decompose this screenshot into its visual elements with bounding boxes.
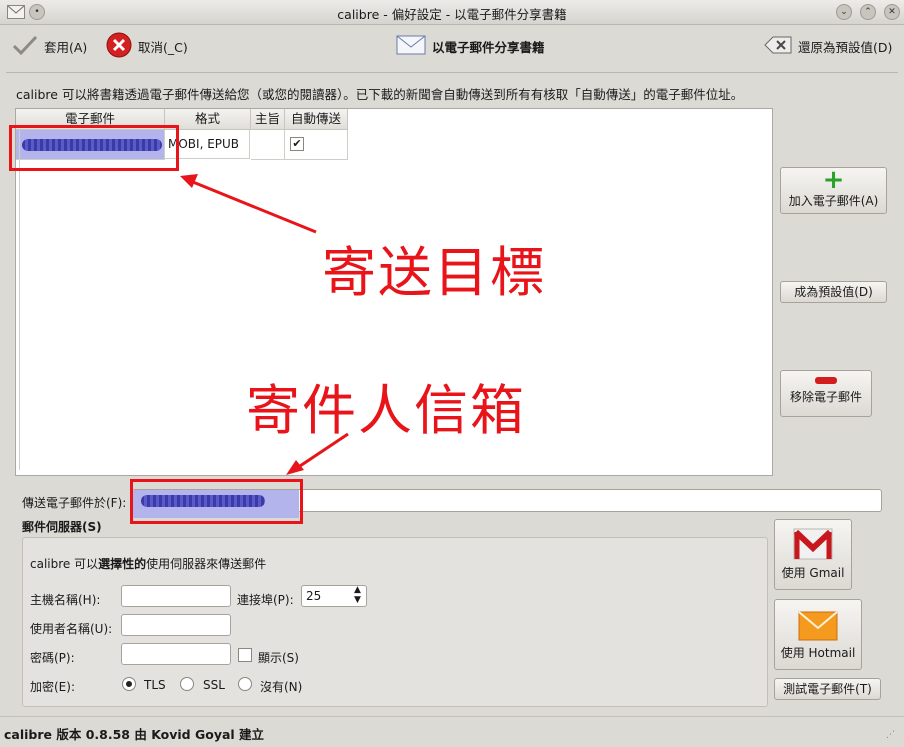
use-gmail-label: 使用 Gmail bbox=[781, 566, 845, 580]
section-heading: 以電子郵件分享書籍 bbox=[396, 32, 545, 60]
cancel-icon bbox=[106, 32, 132, 61]
minus-icon bbox=[815, 377, 837, 384]
encryption-option-ssl: SSL bbox=[203, 678, 225, 692]
description-prefix: calibre 可以 bbox=[30, 557, 99, 571]
checkmark-icon bbox=[12, 34, 38, 59]
maximize-button[interactable]: ⌃ bbox=[860, 4, 876, 20]
spin-arrows-icon[interactable]: ▲ ▼ bbox=[354, 585, 361, 605]
annotation-target-box bbox=[9, 125, 179, 171]
encryption-radio-none[interactable] bbox=[238, 677, 252, 691]
hotmail-icon bbox=[798, 608, 838, 642]
annotation-target-label: 寄送目標 bbox=[322, 241, 546, 304]
restore-defaults-button[interactable]: 還原為預設值(D) bbox=[764, 32, 892, 60]
subject-cell[interactable] bbox=[251, 130, 285, 160]
close-window-button[interactable]: ✕ bbox=[884, 4, 900, 20]
show-password-checkbox[interactable] bbox=[238, 648, 252, 662]
encryption-option-tls: TLS bbox=[144, 678, 166, 692]
password-label: 密碼(P): bbox=[30, 651, 75, 665]
encryption-radio-tls[interactable] bbox=[122, 677, 136, 691]
username-label: 使用者名稱(U): bbox=[30, 622, 113, 636]
section-title: 以電子郵件分享書籍 bbox=[432, 39, 545, 55]
encryption-label: 加密(E): bbox=[30, 680, 75, 694]
column-header-subject[interactable]: 主旨 bbox=[251, 109, 285, 130]
add-email-label: 加入電子郵件(A) bbox=[788, 194, 879, 208]
port-value: 25 bbox=[306, 589, 322, 603]
cancel-label: 取消(_C) bbox=[138, 39, 188, 55]
mail-server-group-title: 郵件伺服器(S) bbox=[22, 520, 102, 534]
cancel-button[interactable]: 取消(_C) bbox=[106, 32, 188, 60]
plus-icon: + bbox=[822, 165, 845, 195]
hostname-label: 主機名稱(H): bbox=[30, 593, 101, 607]
footer-divider bbox=[0, 716, 904, 717]
column-header-auto-send[interactable]: 自動傳送 bbox=[285, 109, 348, 130]
mail-server-description: calibre 可以選擇性的使用伺服器來傳送郵件 bbox=[30, 555, 266, 572]
description-bold: 選擇性的 bbox=[98, 557, 147, 571]
make-default-button[interactable]: 成為預設值(D) bbox=[780, 281, 887, 303]
title-bar: • calibre - 偏好設定 - 以電子郵件分享書籍 ⌄ ⌃ ✕ bbox=[0, 0, 904, 25]
description-suffix: 使用伺服器來傳送郵件 bbox=[146, 557, 267, 571]
gmail-icon bbox=[793, 526, 833, 562]
use-hotmail-button[interactable]: 使用 Hotmail bbox=[774, 599, 862, 670]
port-spinbox[interactable]: 25 ▲ ▼ bbox=[301, 585, 367, 607]
table-gridline bbox=[19, 130, 20, 470]
encryption-option-none: 沒有(N) bbox=[260, 680, 303, 694]
clear-left-icon bbox=[764, 35, 792, 58]
port-label: 連接埠(P): bbox=[237, 593, 294, 607]
use-hotmail-label: 使用 Hotmail bbox=[780, 646, 856, 660]
hostname-field[interactable] bbox=[121, 585, 231, 607]
add-email-button[interactable]: + 加入電子郵件(A) bbox=[780, 167, 887, 214]
auto-send-checkbox[interactable]: ✔ bbox=[290, 137, 304, 151]
apply-button[interactable]: 套用(A) bbox=[12, 32, 87, 60]
info-text: calibre 可以將書籍透過電子郵件傳送給您（或您的閱讀器）。已下載的新聞會自… bbox=[16, 87, 744, 102]
show-password-label: 顯示(S) bbox=[258, 651, 299, 665]
encryption-radio-ssl[interactable] bbox=[180, 677, 194, 691]
resize-grip-icon[interactable]: ⋰ bbox=[886, 730, 895, 740]
restore-label: 還原為預設值(D) bbox=[798, 39, 893, 55]
password-field[interactable] bbox=[121, 643, 231, 665]
apply-label: 套用(A) bbox=[44, 39, 88, 55]
toolbar-divider bbox=[6, 72, 898, 73]
send-from-label: 傳送電子郵件於(F): bbox=[22, 496, 127, 510]
username-field[interactable] bbox=[121, 614, 231, 636]
remove-email-label: 移除電子郵件 bbox=[789, 390, 862, 404]
auto-send-cell[interactable]: ✔ bbox=[285, 130, 348, 160]
envelope-icon bbox=[396, 35, 426, 58]
annotation-sender-box bbox=[130, 479, 303, 524]
use-gmail-button[interactable]: 使用 Gmail bbox=[774, 519, 852, 590]
annotation-sender-arrow bbox=[286, 432, 349, 475]
annotation-target-arrow bbox=[180, 174, 317, 234]
remove-email-button[interactable]: 移除電子郵件 bbox=[780, 370, 872, 417]
version-footer: calibre 版本 0.8.58 由 Kovid Goyal 建立 bbox=[4, 727, 265, 742]
test-email-button[interactable]: 測試電子郵件(T) bbox=[774, 678, 881, 700]
minimize-button[interactable]: ⌄ bbox=[836, 4, 852, 20]
window-title: calibre - 偏好設定 - 以電子郵件分享書籍 bbox=[337, 7, 567, 22]
